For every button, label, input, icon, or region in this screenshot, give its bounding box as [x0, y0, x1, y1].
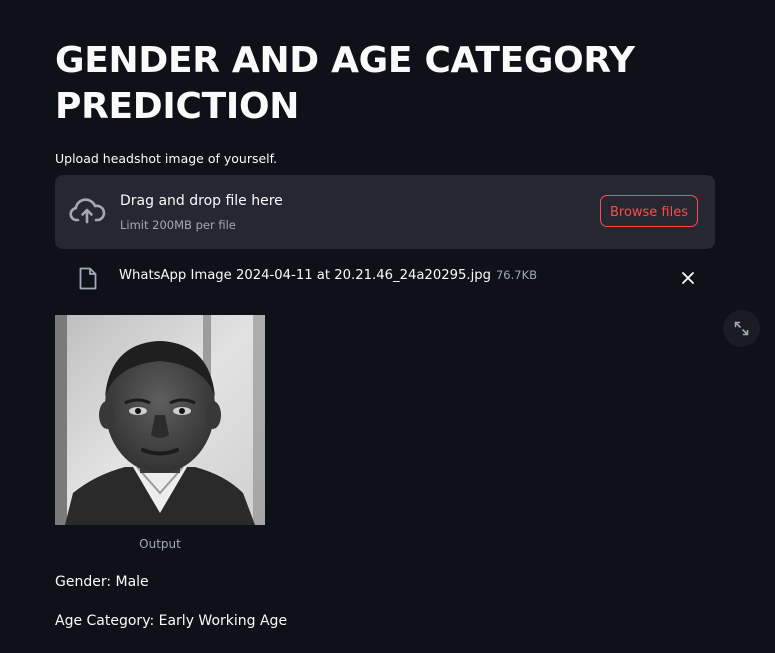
file-dropzone[interactable]: Drag and drop file here Limit 200MB per …	[55, 175, 715, 249]
file-size: 76.7KB	[495, 268, 538, 282]
dropzone-title: Drag and drop file here	[120, 193, 283, 209]
page-title: GENDER AND AGE CATEGORY PREDICTION	[55, 40, 635, 127]
file-name-text: WhatsApp Image 2024-04-11 at 20.21.46_24…	[119, 268, 491, 283]
uploaded-file-name: WhatsApp Image 2024-04-11 at 20.21.46_24…	[119, 268, 537, 283]
cloud-upload-icon	[69, 198, 106, 224]
app-main: GENDER AND AGE CATEGORY PREDICTION Uploa…	[0, 0, 775, 653]
browse-files-button[interactable]: Browse files	[600, 195, 698, 227]
image-caption: Output	[139, 537, 181, 551]
dropzone-limit: Limit 200MB per file	[120, 218, 236, 232]
close-icon[interactable]	[681, 271, 695, 285]
upload-label: Upload headshot image of yourself.	[55, 151, 278, 166]
uploaded-file-row: WhatsApp Image 2024-04-11 at 20.21.46_24…	[55, 260, 715, 296]
age-category-result: Age Category: Early Working Age	[55, 613, 288, 629]
headshot-image	[55, 315, 265, 525]
file-icon	[79, 267, 97, 290]
fullscreen-button[interactable]	[723, 310, 760, 347]
headshot-photo	[55, 315, 265, 525]
expand-icon	[734, 321, 749, 336]
gender-result: Gender: Male	[55, 574, 149, 590]
